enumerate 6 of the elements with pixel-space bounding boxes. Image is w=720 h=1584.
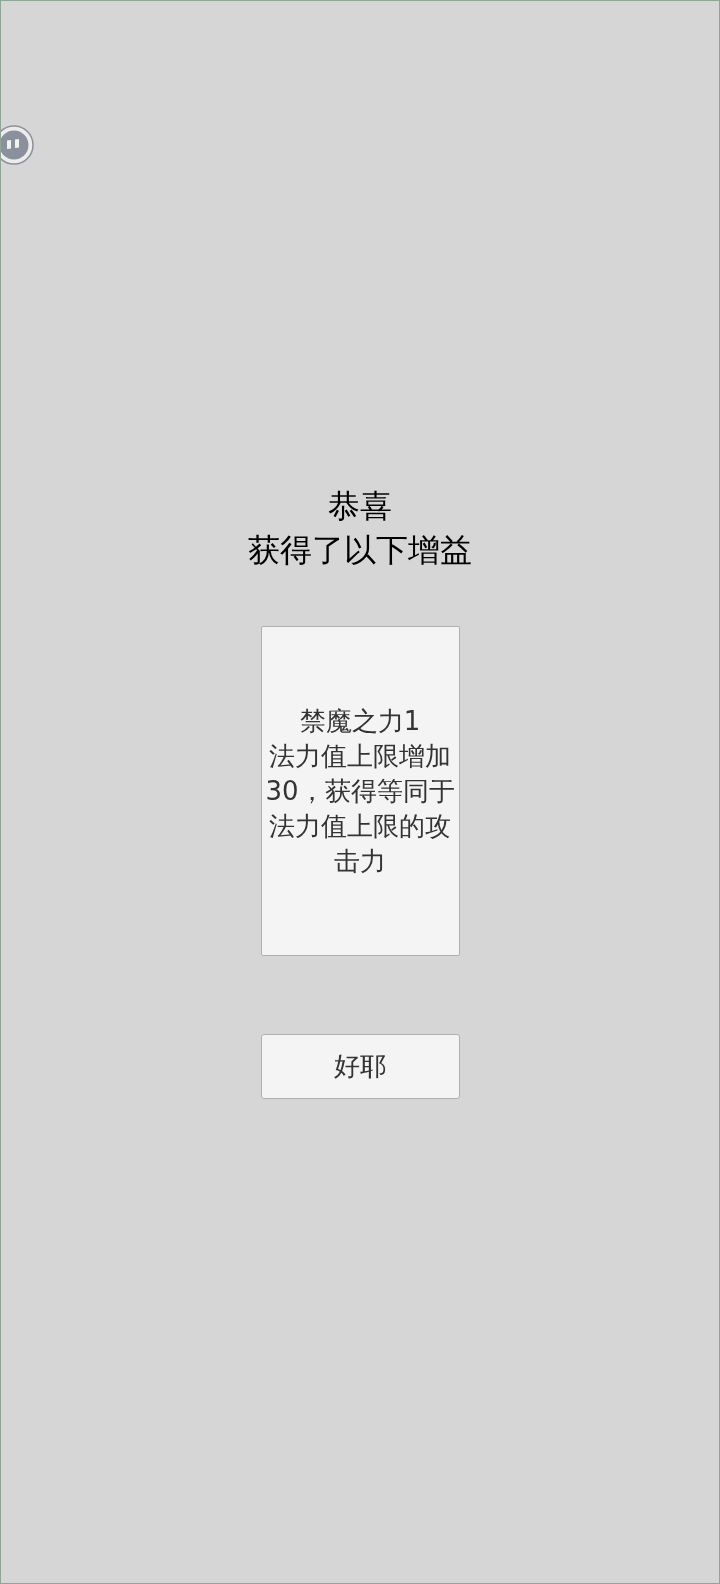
reward-description: 法力值上限增加30，获得等同于法力值上限的攻击力 [264,739,456,878]
pause-icon[interactable] [1,125,34,165]
confirm-button[interactable]: 好耶 [260,1034,460,1099]
dialog-title: 恭喜 [328,486,392,527]
dialog-subtitle: 获得了以下增益 [248,530,472,571]
reward-name: 禁魔之力1 [299,704,421,738]
